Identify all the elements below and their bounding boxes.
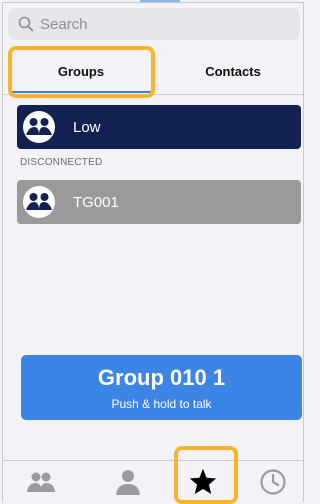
status-line bbox=[140, 0, 180, 2]
nav-history-button[interactable] bbox=[255, 465, 291, 499]
group-name: TG001 bbox=[73, 193, 119, 211]
ptt-hint: Push & hold to talk bbox=[111, 397, 212, 411]
nav-contacts-button[interactable] bbox=[110, 465, 146, 499]
group-row-tg001[interactable]: TG001 bbox=[17, 180, 301, 224]
search-icon bbox=[18, 16, 34, 32]
push-to-talk-button[interactable]: Group 010 1 Push & hold to talk bbox=[21, 355, 302, 420]
search-input[interactable]: Search bbox=[40, 16, 88, 33]
groups-icon bbox=[27, 472, 55, 492]
group-row-low[interactable]: Low bbox=[17, 105, 301, 149]
search-bar[interactable]: Search bbox=[8, 8, 300, 40]
highlight-box-favorites bbox=[174, 446, 238, 504]
bottom-nav-bar bbox=[3, 460, 303, 503]
contact-icon bbox=[116, 470, 140, 495]
tab-contacts[interactable]: Contacts bbox=[173, 48, 293, 94]
clock-icon bbox=[260, 469, 286, 495]
group-avatar-icon bbox=[23, 111, 55, 143]
ptt-group-title: Group 010 1 bbox=[97, 365, 226, 390]
section-header-disconnected: DISCONNECTED bbox=[20, 157, 103, 168]
group-avatar-icon bbox=[23, 186, 55, 218]
group-name: Low bbox=[73, 118, 101, 136]
highlight-box-groups bbox=[8, 46, 155, 98]
nav-groups-button[interactable] bbox=[23, 465, 59, 499]
